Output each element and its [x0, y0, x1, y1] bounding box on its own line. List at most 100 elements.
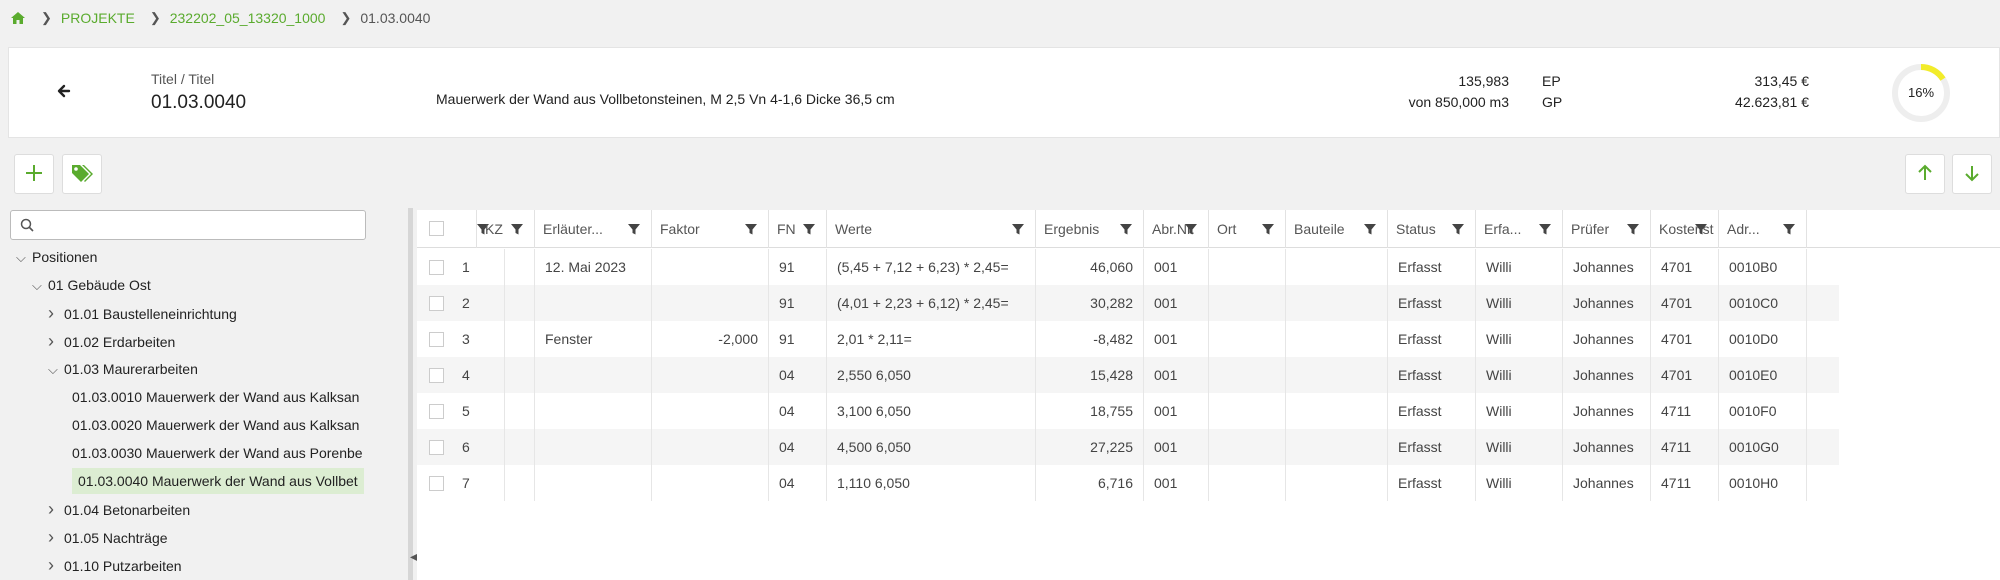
- cell-ergebnis[interactable]: 18,755: [1036, 393, 1144, 429]
- add-button[interactable]: [14, 154, 54, 194]
- cell-abr[interactable]: 001: [1144, 357, 1209, 393]
- cell-ergebnis[interactable]: 30,282: [1036, 285, 1144, 321]
- cell-kost[interactable]: 4711: [1651, 465, 1719, 501]
- cell-fn[interactable]: 91: [769, 249, 827, 285]
- row-checkbox[interactable]: [429, 260, 444, 275]
- tree-item[interactable]: ⌵ 01 Gebäude Ost: [32, 272, 151, 298]
- table-row[interactable]: 1 12. Mai 2023 91 (5,45 + 7,12 + 6,23) * 2,…: [417, 249, 1839, 285]
- cell-adr[interactable]: 0010E0: [1719, 357, 1807, 393]
- cell-kz[interactable]: [477, 321, 535, 357]
- table-row[interactable]: 7 04 1,110 6,050 6,716 001 Erfasst Willi Johann…: [417, 465, 1839, 501]
- cell-adr[interactable]: 0010D0: [1719, 321, 1807, 357]
- tree-item[interactable]: › 01.10 Putzarbeiten: [48, 552, 182, 578]
- chevron-right-icon[interactable]: ›: [48, 300, 64, 326]
- tree-item[interactable]: ⌵ Positionen: [16, 244, 97, 270]
- move-up-button[interactable]: [1905, 154, 1945, 194]
- column-header[interactable]: Abr.Nr.: [1144, 210, 1209, 248]
- tree-item[interactable]: 01.03.0030 Mauerwerk der Wand aus Porenb…: [72, 440, 363, 466]
- cell-pruefer[interactable]: Johannes: [1563, 465, 1651, 501]
- cell-fn[interactable]: 04: [769, 429, 827, 465]
- cell-kost[interactable]: 4701: [1651, 357, 1719, 393]
- panel-splitter[interactable]: [408, 208, 413, 580]
- tree-item[interactable]: 01.03.0020 Mauerwerk der Wand aus Kalksa…: [72, 412, 359, 438]
- breadcrumb-item-project[interactable]: 232202_05_13320_1000: [170, 10, 326, 26]
- cell-ergebnis[interactable]: 15,428: [1036, 357, 1144, 393]
- cell-werte[interactable]: 1,110 6,050: [827, 465, 1036, 501]
- cell-faktor[interactable]: [652, 357, 769, 393]
- cell-bauteile[interactable]: [1286, 465, 1388, 501]
- cell-adr[interactable]: 0010C0: [1719, 285, 1807, 321]
- cell-ergebnis[interactable]: 27,225: [1036, 429, 1144, 465]
- cell-ergebnis[interactable]: -8,482: [1036, 321, 1144, 357]
- cell-ort[interactable]: [1209, 393, 1286, 429]
- filter-icon[interactable]: [1261, 222, 1275, 236]
- cell-erl[interactable]: [535, 393, 652, 429]
- cell-fn[interactable]: 04: [769, 393, 827, 429]
- cell-faktor[interactable]: -2,000: [652, 321, 769, 357]
- filter-icon[interactable]: [744, 222, 758, 236]
- table-row[interactable]: 3 Fenster -2,000 91 2,01 * 2,11= -8,482 001 Erf…: [417, 321, 1839, 357]
- cell-fn[interactable]: 04: [769, 465, 827, 501]
- cell-abr[interactable]: 001: [1144, 465, 1209, 501]
- back-arrow-icon[interactable]: [53, 80, 75, 102]
- chevron-down-icon[interactable]: ⌵: [16, 245, 32, 271]
- chevron-right-icon[interactable]: ›: [48, 496, 64, 522]
- cell-adr[interactable]: 0010F0: [1719, 393, 1807, 429]
- cell-bauteile[interactable]: [1286, 393, 1388, 429]
- table-row[interactable]: 2 91 (4,01 + 2,23 + 6,12) * 2,45= 30,282 001…: [417, 285, 1839, 321]
- cell-werte[interactable]: 4,500 6,050: [827, 429, 1036, 465]
- column-header[interactable]: FN: [769, 210, 827, 248]
- cell-faktor[interactable]: [652, 285, 769, 321]
- cell-status[interactable]: Erfasst: [1388, 321, 1476, 357]
- cell-erl[interactable]: [535, 357, 652, 393]
- filter-icon[interactable]: [1119, 222, 1133, 236]
- cell-faktor[interactable]: [652, 429, 769, 465]
- tree-item[interactable]: › 01.05 Nachträge: [48, 524, 168, 550]
- chevron-down-icon[interactable]: ⌵: [48, 357, 64, 383]
- cell-erfa[interactable]: Willi: [1476, 285, 1563, 321]
- cell-bauteile[interactable]: [1286, 249, 1388, 285]
- filter-icon[interactable]: [1363, 222, 1377, 236]
- cell-abr[interactable]: 001: [1144, 429, 1209, 465]
- cell-werte[interactable]: 2,550 6,050: [827, 357, 1036, 393]
- home-icon[interactable]: [10, 10, 26, 26]
- filter-icon[interactable]: [1451, 222, 1465, 236]
- cell-kost[interactable]: 4701: [1651, 321, 1719, 357]
- cell-abr[interactable]: 001: [1144, 285, 1209, 321]
- cell-werte[interactable]: (5,45 + 7,12 + 6,23) * 2,45=: [827, 249, 1036, 285]
- cell-status[interactable]: Erfasst: [1388, 249, 1476, 285]
- cell-pruefer[interactable]: Johannes: [1563, 357, 1651, 393]
- cell-status[interactable]: Erfasst: [1388, 285, 1476, 321]
- cell-kost[interactable]: 4701: [1651, 285, 1719, 321]
- cell-status[interactable]: Erfasst: [1388, 357, 1476, 393]
- row-checkbox[interactable]: [429, 296, 444, 311]
- filter-icon[interactable]: [1694, 222, 1708, 236]
- cell-faktor[interactable]: [652, 249, 769, 285]
- filter-icon[interactable]: [510, 222, 524, 236]
- cell-abr[interactable]: 001: [1144, 321, 1209, 357]
- filter-icon[interactable]: [802, 222, 816, 236]
- cell-werte[interactable]: 3,100 6,050: [827, 393, 1036, 429]
- table-row[interactable]: 6 04 4,500 6,050 27,225 001 Erfasst Willi Johan…: [417, 429, 1839, 465]
- chevron-down-icon[interactable]: ⌵: [32, 273, 48, 299]
- cell-pruefer[interactable]: Johannes: [1563, 429, 1651, 465]
- cell-bauteile[interactable]: [1286, 429, 1388, 465]
- tags-button[interactable]: [62, 154, 102, 194]
- cell-erl[interactable]: [535, 285, 652, 321]
- cell-pruefer[interactable]: Johannes: [1563, 321, 1651, 357]
- row-checkbox[interactable]: [429, 368, 444, 383]
- cell-kz[interactable]: [477, 249, 535, 285]
- cell-werte[interactable]: 2,01 * 2,11=: [827, 321, 1036, 357]
- cell-erfa[interactable]: Willi: [1476, 465, 1563, 501]
- move-down-button[interactable]: [1952, 154, 1992, 194]
- table-row[interactable]: 5 04 3,100 6,050 18,755 001 Erfasst Willi Johan…: [417, 393, 1839, 429]
- cell-adr[interactable]: 0010H0: [1719, 465, 1807, 501]
- cell-ort[interactable]: [1209, 429, 1286, 465]
- cell-ort[interactable]: [1209, 465, 1286, 501]
- chevron-right-icon[interactable]: ›: [48, 524, 64, 550]
- cell-erfa[interactable]: Willi: [1476, 393, 1563, 429]
- chevron-right-icon[interactable]: ›: [48, 328, 64, 354]
- tree-item[interactable]: › 01.02 Erdarbeiten: [48, 328, 175, 354]
- filter-icon[interactable]: [1184, 222, 1198, 236]
- cell-ergebnis[interactable]: 46,060: [1036, 249, 1144, 285]
